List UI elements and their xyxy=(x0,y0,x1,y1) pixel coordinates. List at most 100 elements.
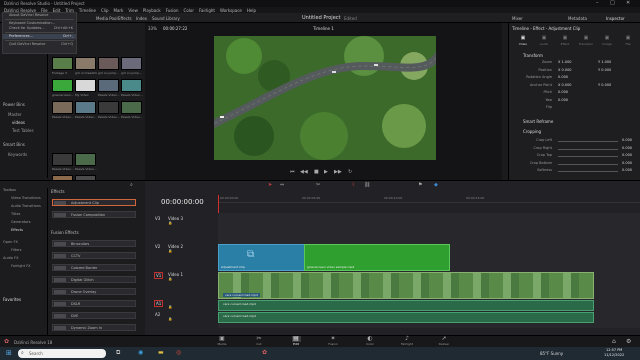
lock-icon[interactable]: 🔒 xyxy=(168,305,172,309)
index-button[interactable]: Index xyxy=(136,16,147,21)
effects-tree-item[interactable]: Generators xyxy=(11,220,31,224)
adjustment-clip[interactable]: ⧉ Adjustment Clip xyxy=(218,244,312,271)
effects-tree-item[interactable]: Fairlight FX xyxy=(11,264,31,268)
zoom-level[interactable]: 33% xyxy=(148,26,157,31)
close-icon[interactable]: ✕ xyxy=(626,0,630,6)
inspector-value-x[interactable]: X 1.000 xyxy=(558,60,572,64)
timeline-name[interactable]: Timeline 1 xyxy=(313,26,334,31)
a2-clip[interactable]: cars curved road.mp4 xyxy=(218,312,594,323)
media-thumbnail[interactable] xyxy=(121,57,142,70)
lock-icon[interactable]: 🔒 xyxy=(168,249,172,253)
step-back-icon[interactable]: ◀◀ xyxy=(300,169,308,175)
inspector-value-y[interactable]: Y 0.000 xyxy=(598,68,611,72)
effects-button[interactable]: Effects xyxy=(118,16,132,21)
effects-tree-item[interactable]: Open FX xyxy=(3,240,18,244)
inspector-tab-video[interactable]: ▣ Video xyxy=(513,35,533,49)
step-forward-icon[interactable]: ▶▶ xyxy=(334,169,342,175)
track-id[interactable]: A2 xyxy=(154,312,161,317)
timeline-ruler[interactable]: 00:00:00:00 00:00:05:00 00:00:10:00 00:00:1… xyxy=(218,195,640,203)
inspector-tab-audio[interactable]: ▣ Audio xyxy=(534,35,554,49)
track-id[interactable]: V1 xyxy=(154,272,164,279)
page-fairlight[interactable]: ♪ Fairlight xyxy=(392,336,422,347)
media-thumbnail[interactable] xyxy=(75,57,96,70)
page-cut[interactable]: ✂ Cut xyxy=(244,336,274,347)
crop-slider[interactable] xyxy=(558,156,618,157)
inspector-value-x[interactable]: X 0.000 xyxy=(558,83,572,87)
inspector-value-x[interactable]: 0.000 xyxy=(558,98,568,102)
inspector-value-y[interactable]: Y 0.000 xyxy=(598,83,611,87)
inspector-tab-transition[interactable]: ▣ Transition xyxy=(576,35,596,49)
cropping-section[interactable]: Cropping xyxy=(523,129,541,134)
inspector-value-x[interactable]: X 0.000 xyxy=(558,68,572,72)
fusion-effect-item[interactable]: Digital Glitch xyxy=(52,276,136,283)
lock-icon[interactable]: 🔒 xyxy=(168,317,172,321)
dropdown-item[interactable]: Quit DaVinci Resolve Ctrl+Q xyxy=(3,42,76,47)
v1-clip[interactable]: cars curved road.mp4 xyxy=(218,272,594,299)
loop-icon[interactable]: ↻ xyxy=(348,169,352,175)
resolve-taskbar-icon[interactable]: ✿ xyxy=(262,349,267,356)
taskbar-search-field[interactable]: ⌕ Search xyxy=(18,349,106,358)
select-tool-icon[interactable]: ➤ xyxy=(268,182,272,188)
effects-tree-item[interactable]: Titles xyxy=(11,212,20,216)
media-thumbnail[interactable] xyxy=(75,79,96,92)
inspector-value-x[interactable]: 0.000 xyxy=(558,90,568,94)
crop-slider[interactable] xyxy=(558,148,618,150)
task-view-icon[interactable]: ⧉ xyxy=(116,349,120,357)
page-deliver[interactable]: ➚ Deliver xyxy=(429,336,459,347)
settings-icon[interactable]: ⚙ xyxy=(626,338,631,345)
fusion-effect-item[interactable]: DSLR xyxy=(52,300,136,307)
transform-section[interactable]: Transform xyxy=(523,53,543,58)
fusion-effect-item[interactable]: Dynamic Zoom In xyxy=(52,324,136,331)
media-thumbnail[interactable] xyxy=(52,101,73,114)
bin-videos[interactable]: videos xyxy=(12,120,25,125)
page-color[interactable]: ◐ Color xyxy=(355,336,385,347)
track-id[interactable]: V3 xyxy=(154,216,161,221)
bin-test-tables[interactable]: Test Tables xyxy=(12,128,34,133)
media-thumbnail[interactable] xyxy=(75,101,96,114)
inspector-value[interactable]: 0.000 xyxy=(622,161,632,165)
sound-library-button[interactable]: Sound Library xyxy=(152,16,180,21)
inspector-value-y[interactable]: Y 1.000 xyxy=(598,60,611,64)
lock-icon[interactable]: 🔒 xyxy=(168,221,172,225)
fusion-effect-item[interactable]: CCTV xyxy=(52,252,136,259)
inspector-value[interactable]: 0.000 xyxy=(622,168,632,172)
fusion-effect-item[interactable]: Colored Border xyxy=(52,264,136,271)
skip-start-icon[interactable]: ⏮ xyxy=(290,169,295,175)
play-icon[interactable]: ▶ xyxy=(324,169,328,175)
bin-keywords[interactable]: Keywords xyxy=(8,152,27,157)
explorer-icon[interactable]: ▬ xyxy=(158,349,164,356)
marker-icon[interactable]: ◆ xyxy=(434,182,438,188)
snap-icon[interactable]: ⌇ xyxy=(352,182,354,188)
inspector-tab-effect[interactable]: ▣ Effect xyxy=(555,35,575,49)
maximize-icon[interactable]: □ xyxy=(610,0,615,6)
media-thumbnail[interactable] xyxy=(52,153,73,166)
effects-tree-item[interactable]: Toolbox xyxy=(3,188,16,192)
a1-clip[interactable]: cars curved road.mp4 xyxy=(218,300,594,311)
dropdown-item[interactable]: Preferences... Ctrl+, xyxy=(3,34,76,39)
effect-item[interactable]: Adjustment Clip xyxy=(52,199,136,206)
smart-reframe-section[interactable]: Smart Reframe xyxy=(523,119,553,124)
crop-slider[interactable] xyxy=(558,163,618,165)
bin-master[interactable]: Master xyxy=(8,112,22,117)
flag-icon[interactable]: ⚑ xyxy=(418,182,422,188)
media-thumbnail[interactable] xyxy=(98,101,119,114)
effects-tree-item[interactable]: Audio Transitions xyxy=(11,204,41,208)
lock-icon[interactable]: 🔒 xyxy=(168,277,172,281)
stop-icon[interactable]: ■ xyxy=(314,169,319,175)
weather-label[interactable]: 85°F Sunny xyxy=(540,351,563,356)
effects-tree-item[interactable]: Audio FX xyxy=(3,256,18,260)
page-fusion[interactable]: ✶ Fusion xyxy=(318,336,348,347)
blade-tool-icon[interactable]: ✂ xyxy=(316,182,320,188)
inspector-value[interactable]: 0.000 xyxy=(622,153,632,157)
effects-tree-item[interactable]: Effects xyxy=(11,228,23,232)
metadata-button[interactable]: Metadata xyxy=(568,16,587,21)
inspector-value[interactable]: 0.000 xyxy=(622,138,632,142)
dropdown-item[interactable]: About DaVinci Resolve xyxy=(3,13,76,18)
chrome-icon[interactable]: ◎ xyxy=(176,349,181,356)
media-pool-button[interactable]: Media Pool xyxy=(96,16,118,21)
crop-slider[interactable] xyxy=(558,141,618,142)
media-thumbnail[interactable] xyxy=(75,153,96,166)
track-id[interactable]: A1 xyxy=(154,300,164,307)
fusion-effect-item[interactable]: DVE xyxy=(52,312,136,319)
trim-tool-icon[interactable]: ⇔ xyxy=(280,182,284,188)
